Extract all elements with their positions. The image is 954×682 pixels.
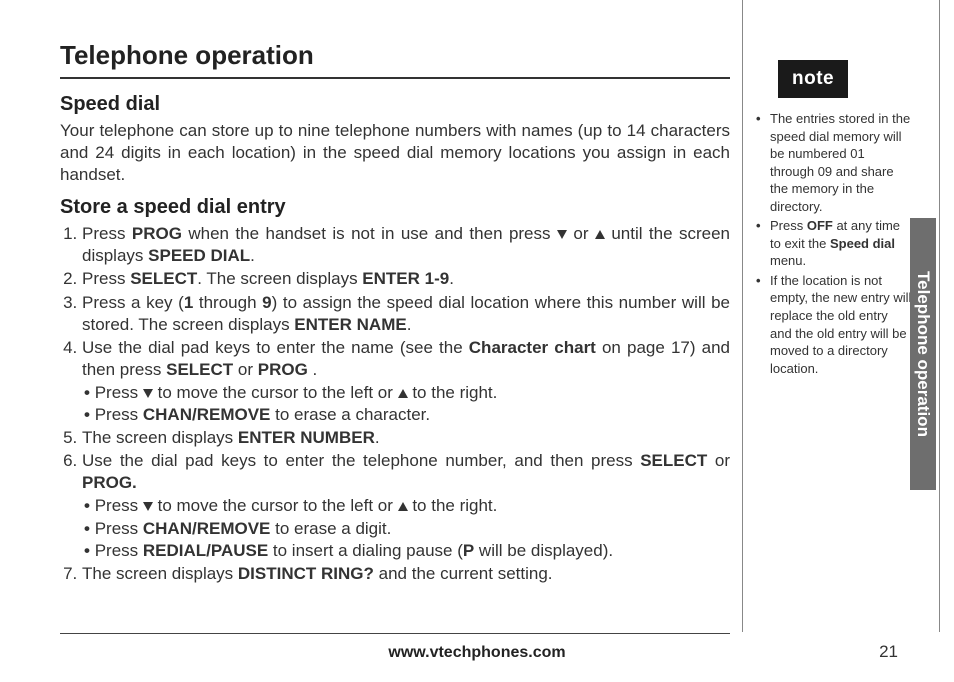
arrow-down-icon xyxy=(143,389,153,398)
note-2: Press OFF at any time to exit the Speed … xyxy=(760,217,912,270)
text: The screen displays xyxy=(82,564,238,583)
speed-dial-menu: Speed dial xyxy=(830,236,895,251)
text: . xyxy=(375,428,380,447)
step-4-sublist: Press to move the cursor to the left or … xyxy=(84,382,730,426)
key-9: 9 xyxy=(262,293,271,312)
step-3: Press a key (1 through 9) to assign the … xyxy=(82,292,730,336)
note-1: The entries stored in the speed dial mem… xyxy=(760,110,912,215)
text: Use the dial pad keys to enter the telep… xyxy=(82,451,640,470)
select-key: SELECT xyxy=(130,269,197,288)
footer-url: www.vtechphones.com xyxy=(0,644,954,662)
key-1: 1 xyxy=(184,293,193,312)
text: . xyxy=(449,269,454,288)
off-key: OFF xyxy=(807,218,833,233)
distinct-ring-label: DISTINCT RING? xyxy=(238,564,374,583)
enter-1-9-label: ENTER 1-9 xyxy=(362,269,449,288)
text: Use the dial pad keys to enter the name … xyxy=(82,338,469,357)
note-sidebar: note The entries stored in the speed dia… xyxy=(752,60,912,379)
text: will be displayed). xyxy=(474,541,613,560)
text: or xyxy=(233,360,258,379)
text: The screen displays xyxy=(82,428,238,447)
text: to erase a character. xyxy=(270,405,430,424)
notes-list: The entries stored in the speed dial mem… xyxy=(752,110,912,377)
text: Press xyxy=(95,405,143,424)
note-badge: note xyxy=(778,60,848,98)
step-2: Press SELECT. The screen displays ENTER … xyxy=(82,268,730,290)
step-4-sub-2: Press CHAN/REMOVE to erase a character. xyxy=(84,404,730,426)
steps-list: Press PROG when the handset is not in us… xyxy=(82,223,730,585)
arrow-down-icon xyxy=(143,502,153,511)
redial-pause-key: REDIAL/PAUSE xyxy=(143,541,268,560)
enter-number-label: ENTER NUMBER xyxy=(238,428,375,447)
text: . xyxy=(407,315,412,334)
text: to erase a digit. xyxy=(270,519,391,538)
step-4: Use the dial pad keys to enter the name … xyxy=(82,337,730,426)
store-entry-heading: Store a speed dial entry xyxy=(60,196,730,219)
chan-remove-key: CHAN/REMOVE xyxy=(143,405,271,424)
step-6-sublist: Press to move the cursor to the left or … xyxy=(84,495,730,561)
text: Press xyxy=(95,541,143,560)
character-chart-ref: Character chart xyxy=(469,338,596,357)
text: to the right. xyxy=(408,496,498,515)
text: Press xyxy=(95,496,143,515)
arrow-up-icon xyxy=(595,230,605,239)
text: . The screen displays xyxy=(197,269,362,288)
arrow-down-icon xyxy=(557,230,567,239)
text: Press xyxy=(95,383,143,402)
page-number: 21 xyxy=(879,642,898,662)
speed-dial-label: SPEED DIAL xyxy=(148,246,250,265)
step-6-sub-3: Press REDIAL/PAUSE to insert a dialing p… xyxy=(84,540,730,562)
text: Press xyxy=(82,269,130,288)
enter-name-label: ENTER NAME xyxy=(294,315,406,334)
prog-key: PROG. xyxy=(82,473,137,492)
text: and the current setting. xyxy=(374,564,553,583)
text: Press xyxy=(95,519,143,538)
step-1: Press PROG when the handset is not in us… xyxy=(82,223,730,267)
select-key: SELECT xyxy=(640,451,707,470)
text: Press xyxy=(82,224,132,243)
text: . xyxy=(250,246,255,265)
manual-page: Telephone operation Speed dial Your tele… xyxy=(0,0,954,682)
speed-dial-heading: Speed dial xyxy=(60,93,730,116)
text: to move the cursor to the left or xyxy=(153,496,398,515)
prog-key: PROG xyxy=(258,360,308,379)
note-3: If the location is not empty, the new en… xyxy=(760,272,912,377)
arrow-up-icon xyxy=(398,502,408,511)
text: . xyxy=(308,360,317,379)
step-6-sub-1: Press to move the cursor to the left or … xyxy=(84,495,730,517)
text: to the right. xyxy=(408,383,498,402)
text: Press a key ( xyxy=(82,293,184,312)
text: to move the cursor to the left or xyxy=(153,383,398,402)
section-tab-label: Telephone operation xyxy=(913,271,933,437)
prog-key: PROG xyxy=(132,224,182,243)
text: or xyxy=(707,451,730,470)
text: Press xyxy=(770,218,807,233)
chan-remove-key: CHAN/REMOVE xyxy=(143,519,271,538)
step-7: The screen displays DISTINCT RING? and t… xyxy=(82,563,730,585)
text: to insert a dialing pause ( xyxy=(268,541,463,560)
main-column: Telephone operation Speed dial Your tele… xyxy=(60,40,730,586)
section-tab: Telephone operation xyxy=(910,218,936,490)
step-6: Use the dial pad keys to enter the telep… xyxy=(82,450,730,561)
right-edge-rule xyxy=(939,0,940,632)
step-5: The screen displays ENTER NUMBER. xyxy=(82,427,730,449)
step-4-sub-1: Press to move the cursor to the left or … xyxy=(84,382,730,404)
text: menu. xyxy=(770,253,806,268)
select-key: SELECT xyxy=(166,360,233,379)
text: through xyxy=(193,293,262,312)
text: when the handset is not in use and then … xyxy=(182,224,557,243)
p-label: P xyxy=(463,541,474,560)
page-title: Telephone operation xyxy=(60,40,730,79)
text: or xyxy=(567,224,595,243)
arrow-up-icon xyxy=(398,389,408,398)
column-divider xyxy=(742,0,743,632)
footer-rule xyxy=(60,633,730,634)
step-6-sub-2: Press CHAN/REMOVE to erase a digit. xyxy=(84,518,730,540)
speed-dial-intro: Your telephone can store up to nine tele… xyxy=(60,120,730,186)
